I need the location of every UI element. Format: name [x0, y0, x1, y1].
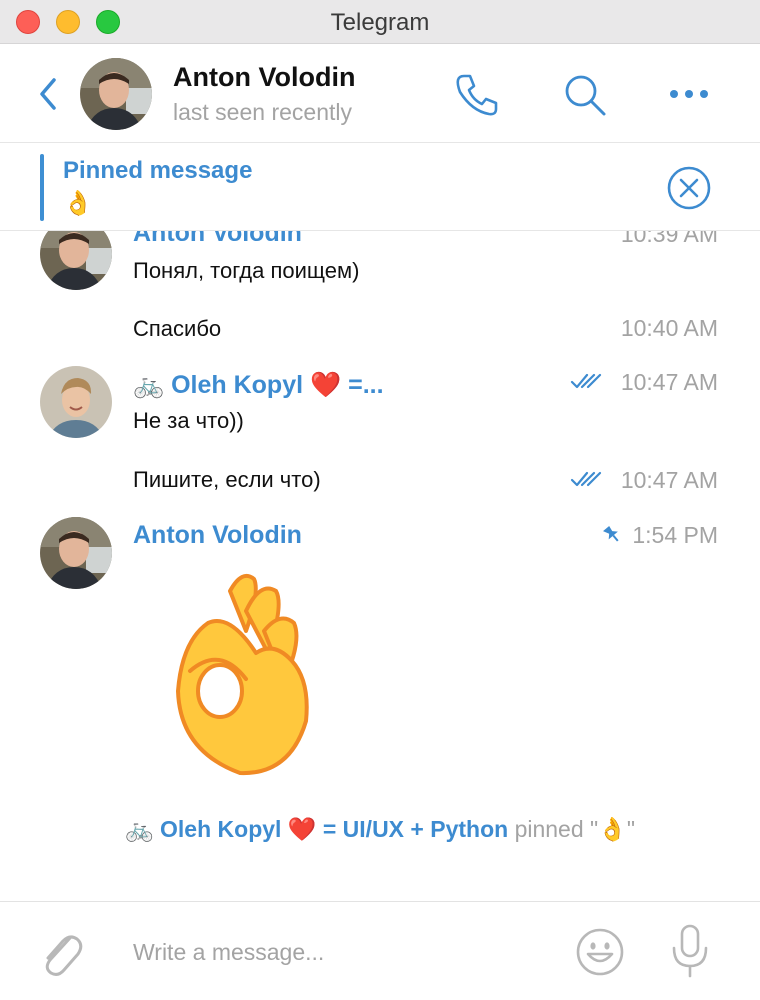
call-button[interactable] — [452, 70, 502, 120]
read-checks-icon — [570, 471, 602, 487]
message-text: Спасибо — [133, 316, 222, 341]
message-time: 10:40 AM — [620, 315, 718, 341]
sender-suffix: ❤️ =... — [310, 371, 384, 399]
service-actor[interactable]: Oleh Kopyl ❤️ = UI/UX + Python — [160, 816, 508, 842]
message-input[interactable] — [133, 934, 553, 970]
voice-button[interactable] — [668, 922, 712, 980]
sender-name: Oleh Kopyl — [171, 371, 304, 399]
read-checks-icon — [570, 373, 602, 389]
message-time: 10:39 AM — [620, 231, 718, 247]
microphone-icon — [672, 924, 708, 978]
more-dots-icon — [670, 90, 708, 98]
message-composer — [0, 901, 760, 1000]
chat-title[interactable]: Anton Volodin — [173, 62, 355, 93]
emoji-icon — [576, 928, 624, 976]
pinned-title: Pinned message — [63, 157, 253, 184]
unpin-button[interactable] — [666, 165, 712, 211]
message-text: Не за что)) — [133, 408, 244, 433]
phone-icon — [456, 74, 498, 116]
pinned-text: 👌 — [63, 190, 93, 217]
message-list[interactable]: Anton Volodin 10:39 AM Понял, тогда поищ… — [0, 231, 760, 901]
avatar[interactable] — [40, 517, 112, 589]
more-button[interactable] — [664, 74, 714, 114]
message-time: 1:54 PM — [632, 522, 718, 548]
service-emoji: 🚲 — [125, 816, 154, 842]
ok-hand-icon — [176, 574, 309, 776]
message-sender[interactable]: 🚲 Oleh Kopyl ❤️ =... — [133, 371, 384, 400]
avatar[interactable] — [40, 231, 112, 290]
message-text: Понял, тогда поищем) — [133, 258, 360, 283]
back-button[interactable] — [34, 74, 62, 114]
message-text: Пишите, если что) — [133, 467, 321, 492]
window-title: Telegram — [330, 9, 430, 36]
pinned-accent-line — [40, 154, 44, 221]
avatar[interactable] — [80, 58, 152, 130]
attach-button[interactable] — [36, 924, 84, 978]
close-circle-icon — [667, 166, 711, 210]
window-titlebar: Telegram — [0, 0, 760, 44]
back-chevron-icon — [40, 78, 56, 110]
service-message: 🚲 Oleh Kopyl ❤️ = UI/UX + Python pinned … — [0, 816, 760, 843]
message-time: 10:47 AM — [620, 467, 718, 493]
pinned-message-bar[interactable]: Pinned message 👌 — [0, 144, 760, 231]
message-sender[interactable]: Anton Volodin — [133, 231, 302, 248]
ok-hand-sticker[interactable] — [160, 561, 330, 781]
sender-emoji: 🚲 — [133, 371, 165, 399]
paperclip-icon — [45, 935, 83, 976]
chat-status: last seen recently — [173, 99, 352, 125]
service-action[interactable]: pinned "👌" — [515, 816, 635, 842]
message-sender[interactable]: Anton Volodin — [133, 521, 302, 550]
emoji-button[interactable] — [574, 926, 626, 978]
search-icon — [565, 75, 606, 116]
search-button[interactable] — [560, 70, 610, 120]
chat-header: Anton Volodin last seen recently — [0, 44, 760, 143]
avatar[interactable] — [40, 366, 112, 438]
message-time: 10:47 AM — [620, 369, 718, 395]
pinned-pin-icon — [603, 525, 619, 542]
